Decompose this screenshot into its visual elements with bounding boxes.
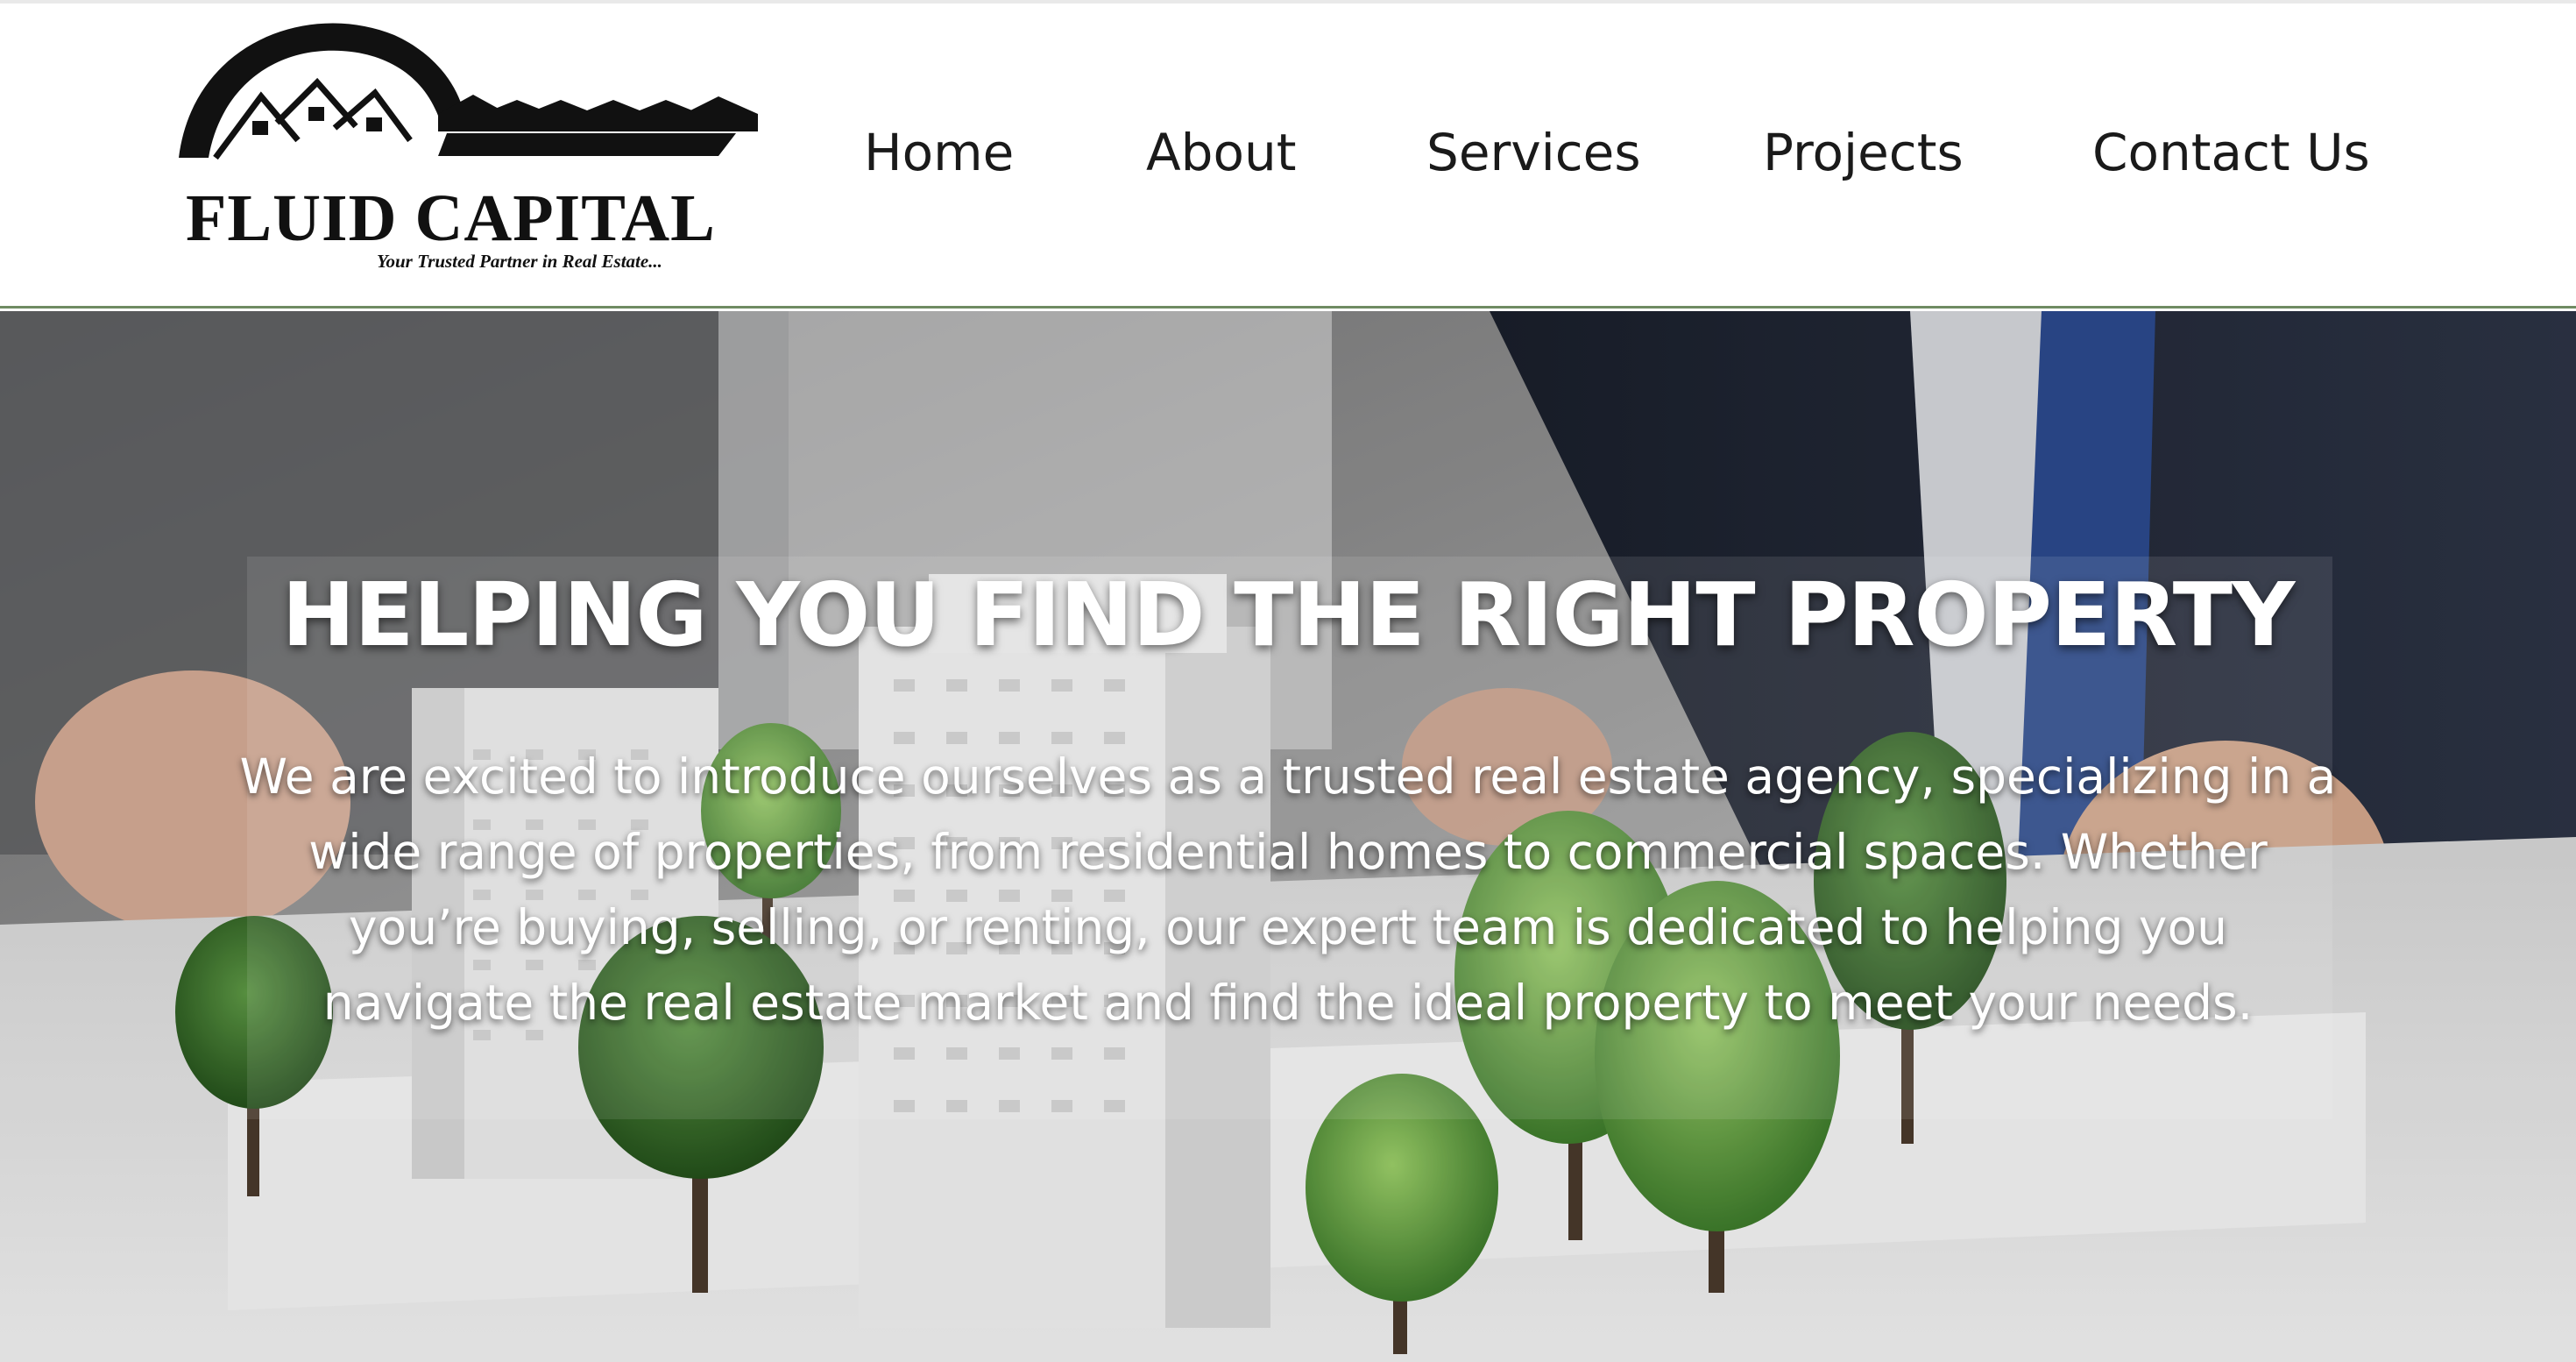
logo-tagline: Your Trusted Partner in Real Estate... — [377, 251, 662, 272]
nav-item-contact-us[interactable]: Contact Us — [2092, 123, 2370, 182]
nav-item-about[interactable]: About — [1146, 123, 1296, 182]
hero-banner: HELPING YOU FIND THE RIGHT PROPERTY We a… — [0, 311, 2576, 1362]
site-header: FLUID CAPITAL Your Trusted Partner in Re… — [0, 4, 2576, 309]
nav-item-services[interactable]: Services — [1426, 123, 1641, 182]
nav-item-home[interactable]: Home — [864, 123, 1014, 182]
nav-item-projects[interactable]: Projects — [1763, 123, 1964, 182]
main-nav: Home About Services Projects Contact Us — [0, 123, 2576, 193]
hero-title: HELPING YOU FIND THE RIGHT PROPERTY — [281, 564, 2296, 666]
hero-description: We are excited to introduce ourselves as… — [239, 748, 2337, 1031]
